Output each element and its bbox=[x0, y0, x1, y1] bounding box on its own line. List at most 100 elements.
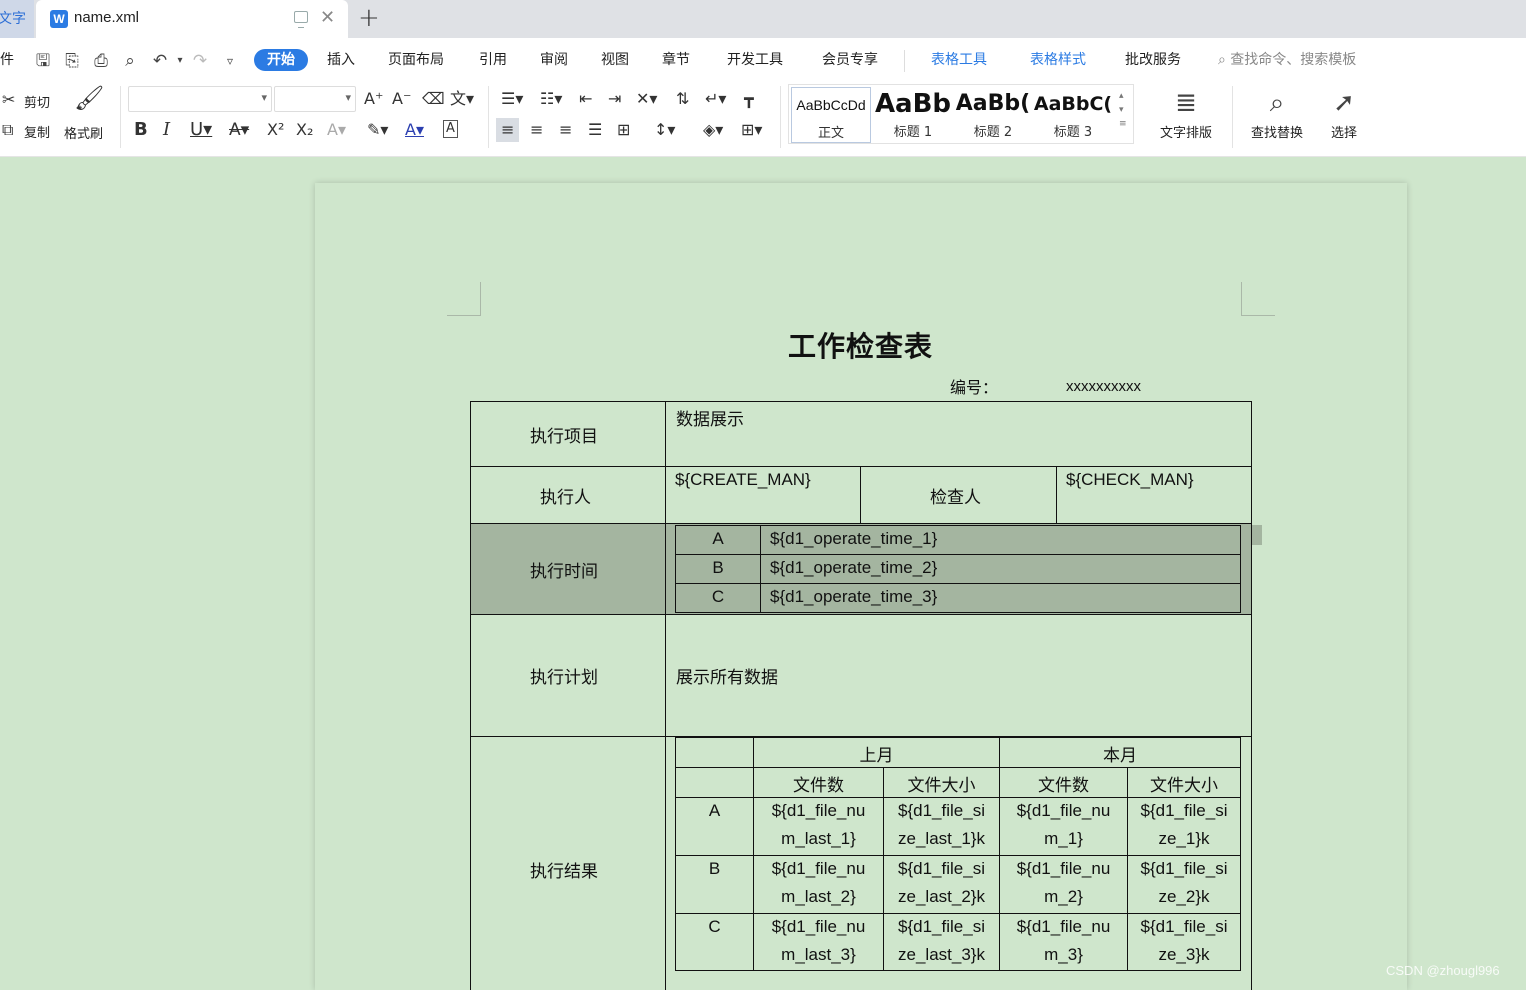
style-normal[interactable]: AaBbCcDd 正文 bbox=[791, 87, 871, 143]
result-cell-line[interactable]: ${d1_file_nu bbox=[1000, 801, 1127, 821]
numbered-list-icon[interactable]: ☷▾ bbox=[540, 89, 562, 109]
align-center-icon[interactable]: ≡ bbox=[530, 120, 543, 140]
copy-icon[interactable]: ⧉ bbox=[2, 120, 13, 140]
result-cell-line[interactable]: ${d1_file_nu bbox=[1000, 917, 1127, 937]
result-cell-line[interactable]: ${d1_file_si bbox=[884, 917, 999, 937]
result-cell-line[interactable]: m_3} bbox=[1000, 945, 1127, 965]
menu-page-layout[interactable]: 页面布局 bbox=[388, 49, 444, 71]
result-cell-line[interactable]: m_1} bbox=[1000, 829, 1127, 849]
tab-document[interactable]: W name.xml ✕ bbox=[36, 0, 348, 38]
number-value[interactable]: xxxxxxxxxx bbox=[1066, 378, 1141, 395]
checker-value[interactable]: ${CHECK_MAN} bbox=[1066, 470, 1194, 490]
time-row-value[interactable]: ${d1_operate_time_1} bbox=[770, 529, 937, 549]
plan-value[interactable]: 展示所有数据 bbox=[676, 663, 778, 688]
find-replace-button[interactable]: ⌕ 查找替换 bbox=[1240, 86, 1314, 141]
result-cell-line[interactable]: ze_1}k bbox=[1128, 829, 1240, 849]
tab-partial[interactable]: 文字 bbox=[0, 0, 34, 38]
distribute-icon[interactable]: ⊞ bbox=[617, 120, 630, 140]
subscript-icon[interactable]: X₂ bbox=[296, 120, 313, 140]
text-effect-icon[interactable]: A▾ bbox=[327, 120, 346, 140]
number-label[interactable]: 编号： bbox=[950, 374, 998, 398]
redo-icon[interactable]: ↷ bbox=[190, 51, 210, 71]
strikethrough-icon[interactable]: A▾ bbox=[229, 120, 249, 140]
shading-icon[interactable]: ◈▾ bbox=[703, 120, 723, 140]
result-cell-line[interactable]: m_last_3} bbox=[754, 945, 883, 965]
result-cell-line[interactable]: m_last_1} bbox=[754, 829, 883, 849]
menu-home[interactable]: 开始 bbox=[254, 49, 308, 71]
style-heading-3[interactable]: AaBbC( 标题 3 bbox=[1033, 87, 1113, 143]
table-cell[interactable] bbox=[675, 767, 754, 798]
clear-format-icon[interactable]: ⌫ bbox=[422, 89, 445, 109]
result-cell-line[interactable]: m_2} bbox=[1000, 887, 1127, 907]
result-cell-line[interactable]: ze_last_2}k bbox=[884, 887, 999, 907]
cut-button[interactable]: 剪切 bbox=[24, 92, 50, 111]
result-cell-line[interactable]: m_last_2} bbox=[754, 887, 883, 907]
show-marks-icon[interactable]: ↵▾ bbox=[705, 89, 726, 109]
tab-ruler-icon[interactable]: ┳ bbox=[744, 89, 754, 109]
result-cell-line[interactable]: ${d1_file_si bbox=[1128, 917, 1240, 937]
increase-indent-icon[interactable]: ⇥ bbox=[608, 89, 621, 109]
menu-view[interactable]: 视图 bbox=[601, 49, 629, 71]
grow-font-icon[interactable]: A⁺ bbox=[364, 89, 383, 109]
cut-icon[interactable]: ✂ bbox=[2, 90, 15, 110]
result-cell-line[interactable]: ze_last_1}k bbox=[884, 829, 999, 849]
result-cell-line[interactable]: ${d1_file_nu bbox=[754, 917, 883, 937]
row-resize-handle[interactable] bbox=[1252, 525, 1262, 545]
underline-icon[interactable]: U▾ bbox=[190, 120, 212, 140]
window-mode-icon[interactable] bbox=[294, 11, 308, 28]
copy-button[interactable]: 复制 bbox=[24, 122, 50, 141]
project-value[interactable]: 数据展示 bbox=[676, 405, 744, 430]
align-left-icon[interactable]: ≡ bbox=[496, 118, 520, 142]
style-heading-1[interactable]: AaBb 标题 1 bbox=[873, 87, 953, 143]
menu-table-style[interactable]: 表格样式 bbox=[1030, 49, 1086, 71]
menu-section[interactable]: 章节 bbox=[662, 49, 690, 71]
style-heading-2[interactable]: AaBb( 标题 2 bbox=[953, 87, 1033, 143]
bullet-list-icon[interactable]: ☰▾ bbox=[501, 89, 523, 109]
justify-icon[interactable]: ☰ bbox=[588, 120, 602, 140]
char-border-icon[interactable]: A bbox=[443, 120, 458, 138]
result-cell-line[interactable]: ${d1_file_si bbox=[884, 801, 999, 821]
print-icon[interactable]: ⎙ bbox=[91, 51, 111, 71]
new-tab-button[interactable]: + bbox=[358, 3, 380, 33]
menu-file-partial[interactable]: 件 bbox=[0, 49, 14, 71]
chinese-layout-icon[interactable]: ✕▾ bbox=[636, 89, 657, 109]
result-cell-line[interactable]: ${d1_file_si bbox=[884, 859, 999, 879]
bold-icon[interactable]: B bbox=[134, 120, 148, 140]
result-cell-line[interactable]: ${d1_file_si bbox=[1128, 859, 1240, 879]
close-tab-icon[interactable]: ✕ bbox=[320, 7, 335, 28]
result-cell-line[interactable]: ze_3}k bbox=[1128, 945, 1240, 965]
result-cell-line[interactable]: ${d1_file_nu bbox=[1000, 859, 1127, 879]
highlight-icon[interactable]: ✎▾ bbox=[367, 120, 388, 140]
decrease-indent-icon[interactable]: ⇤ bbox=[579, 89, 592, 109]
menu-correction-service[interactable]: 批改服务 bbox=[1125, 49, 1181, 71]
menu-membership[interactable]: 会员专享 bbox=[822, 49, 878, 71]
menu-insert[interactable]: 插入 bbox=[327, 49, 355, 71]
save-icon[interactable]: 🖫 bbox=[33, 51, 53, 71]
command-search[interactable]: ⌕ 查找命令、搜索模板 bbox=[1218, 49, 1356, 71]
shrink-font-icon[interactable]: A⁻ bbox=[392, 89, 411, 109]
menu-table-tools[interactable]: 表格工具 bbox=[931, 49, 987, 71]
font-color-icon[interactable]: A▾ bbox=[405, 120, 424, 140]
document-title[interactable]: 工作检查表 bbox=[788, 325, 938, 365]
font-size-select[interactable] bbox=[274, 86, 356, 112]
text-layout-button[interactable]: ≣ 文字排版 bbox=[1150, 86, 1222, 141]
borders-icon[interactable]: ⊞▾ bbox=[741, 120, 762, 140]
result-cell-line[interactable]: ${d1_file_nu bbox=[754, 859, 883, 879]
result-cell-line[interactable]: ${d1_file_nu bbox=[754, 801, 883, 821]
table-cell[interactable] bbox=[675, 737, 754, 768]
menu-review[interactable]: 审阅 bbox=[540, 49, 568, 71]
format-painter-icon[interactable]: 🖌 bbox=[74, 86, 104, 110]
font-name-select[interactable] bbox=[128, 86, 272, 112]
select-button[interactable]: ➚ 选择 bbox=[1322, 86, 1366, 141]
styles-scroll-icon[interactable]: ▴ ▾ ≡ bbox=[1119, 89, 1127, 131]
time-row-value[interactable]: ${d1_operate_time_3} bbox=[770, 587, 937, 607]
time-row-value[interactable]: ${d1_operate_time_2} bbox=[770, 558, 937, 578]
line-spacing-icon[interactable]: ↕▾ bbox=[654, 120, 675, 140]
print-preview-icon[interactable]: ⌕ bbox=[120, 51, 140, 71]
menu-developer[interactable]: 开发工具 bbox=[727, 49, 783, 71]
superscript-icon[interactable]: X² bbox=[267, 120, 284, 140]
result-cell-line[interactable]: ze_last_3}k bbox=[884, 945, 999, 965]
table-cell[interactable] bbox=[665, 401, 1252, 467]
export-pdf-icon[interactable]: ⎘ bbox=[62, 51, 82, 71]
menu-references[interactable]: 引用 bbox=[479, 49, 507, 71]
